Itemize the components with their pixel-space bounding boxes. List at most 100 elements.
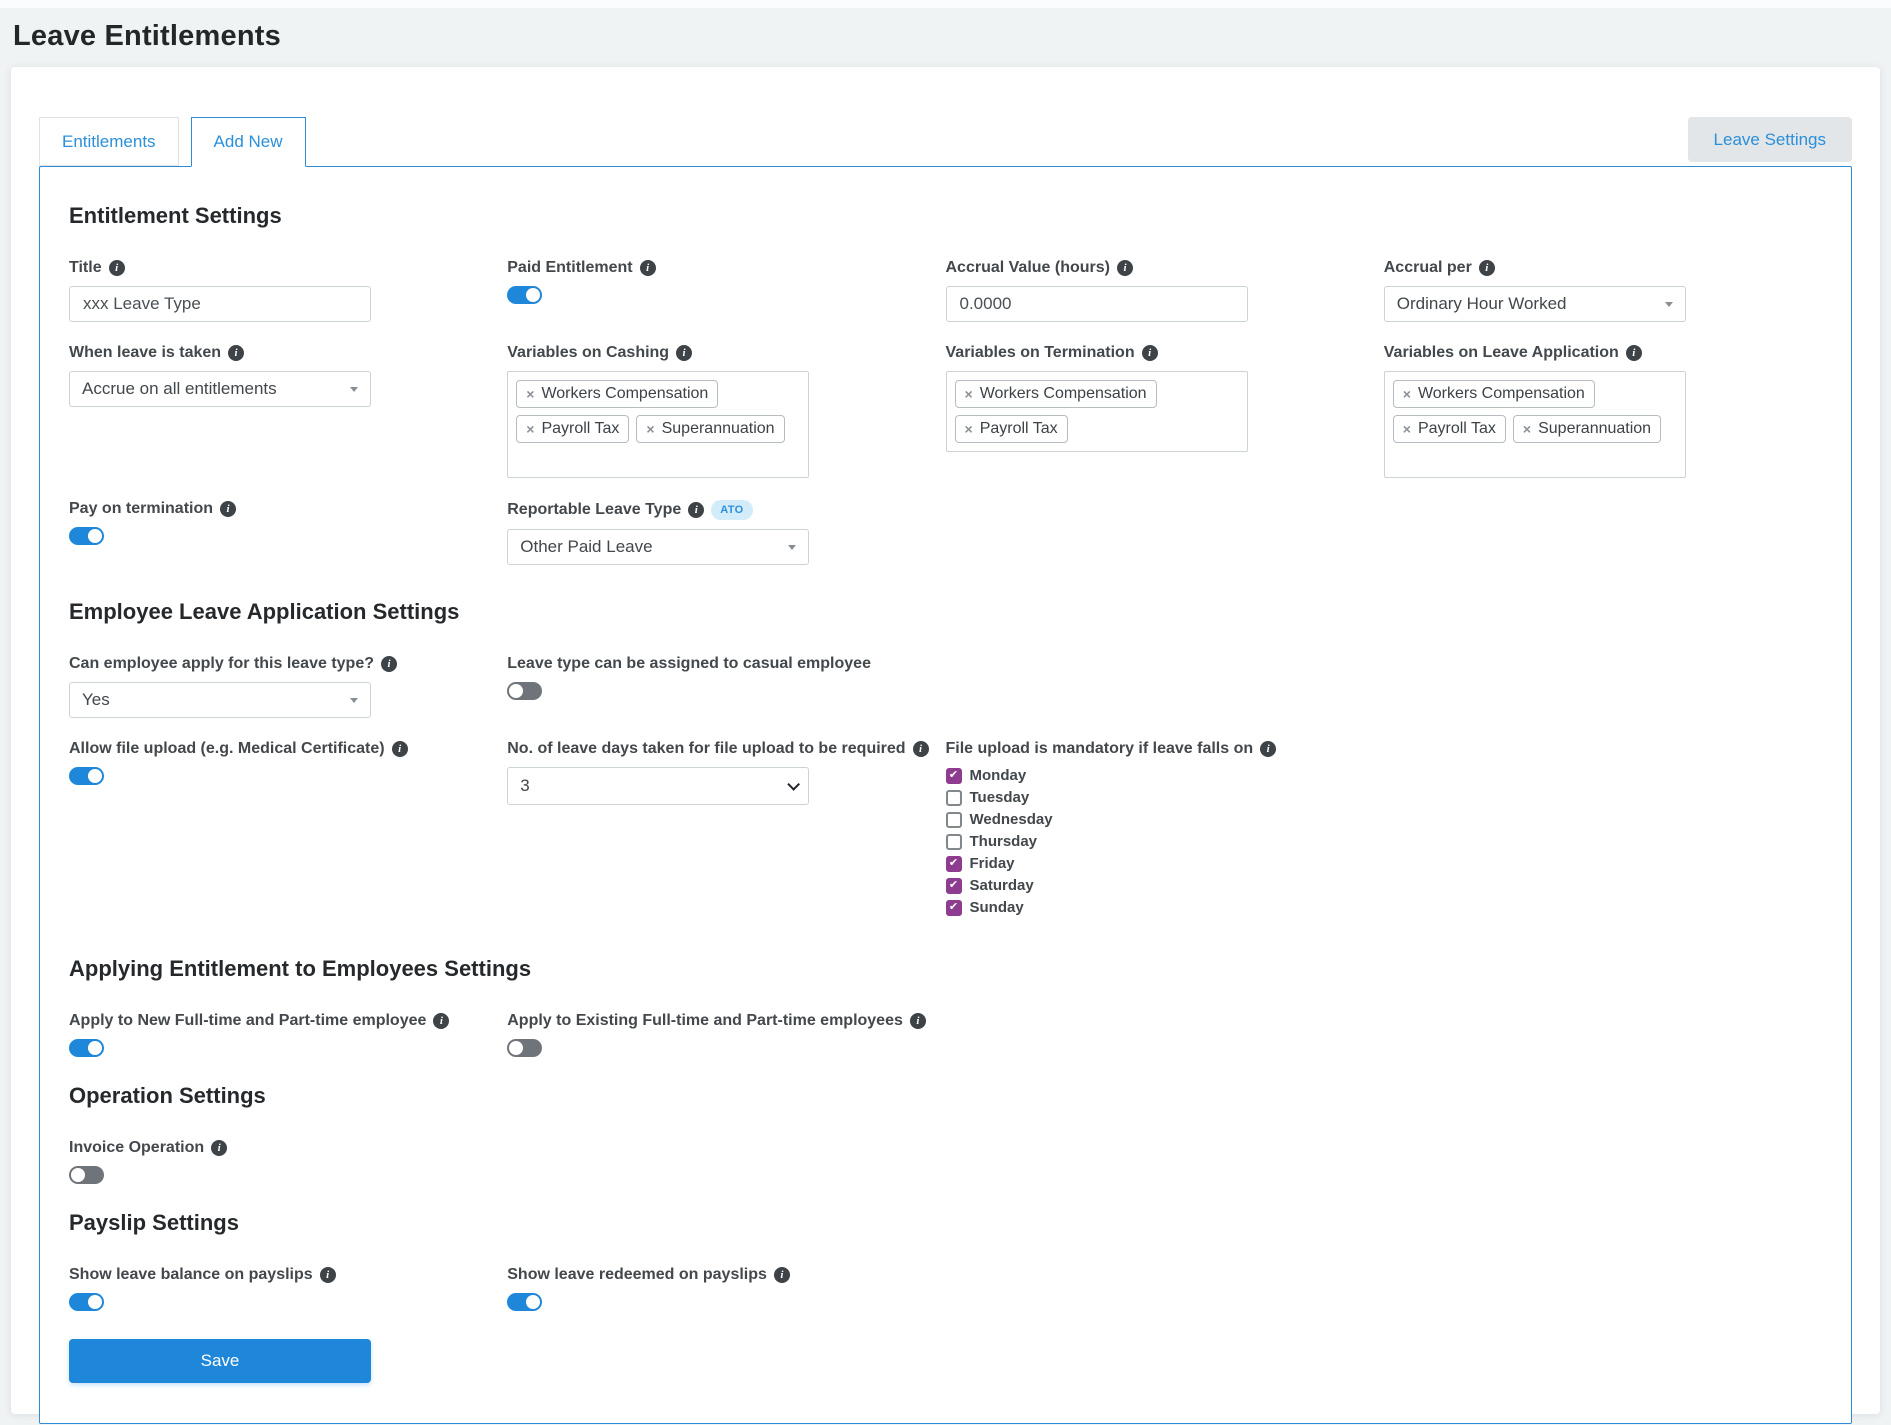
day-checkbox[interactable] (946, 834, 962, 850)
day-checkbox-row[interactable]: Sunday (946, 899, 1384, 916)
info-icon[interactable]: i (1479, 260, 1495, 276)
field-casual-employee: Leave type can be assigned to casual emp… (507, 655, 945, 700)
ato-badge: ATO (711, 500, 752, 520)
remove-tag-icon[interactable]: × (526, 422, 534, 436)
page-header: Leave Entitlements (0, 8, 1891, 67)
pay-on-termination-label: Pay on termination (69, 500, 213, 518)
apply-new-toggle[interactable] (69, 1039, 104, 1057)
field-paid-entitlement: Paid Entitlement i (507, 259, 945, 304)
leave-days-select[interactable]: 3 (507, 767, 809, 805)
casual-employee-toggle[interactable] (507, 682, 542, 700)
save-button[interactable]: Save (69, 1339, 371, 1383)
info-icon[interactable]: i (1626, 345, 1642, 361)
tag-label: Workers Compensation (541, 385, 708, 403)
accrual-per-value: Ordinary Hour Worked (1397, 294, 1567, 314)
application-row-2: Allow file upload (e.g. Medical Certific… (69, 740, 1822, 916)
variable-tag[interactable]: ×Workers Compensation (955, 380, 1157, 408)
tab-entitlements[interactable]: Entitlements (39, 117, 179, 166)
day-checkbox[interactable] (946, 812, 962, 828)
pay-on-termination-toggle[interactable] (69, 527, 104, 545)
remove-tag-icon[interactable]: × (965, 422, 973, 436)
info-icon[interactable]: i (913, 741, 929, 757)
info-icon[interactable]: i (228, 345, 244, 361)
variable-tag[interactable]: ×Superannuation (1513, 415, 1661, 443)
variable-tag[interactable]: ×Payroll Tax (955, 415, 1068, 443)
accrual-value-label: Accrual Value (hours) (946, 259, 1111, 277)
info-icon[interactable]: i (1260, 741, 1276, 757)
field-variables-termination: Variables on Termination i ×Workers Comp… (946, 344, 1384, 452)
remove-tag-icon[interactable]: × (1523, 422, 1531, 436)
variable-tag[interactable]: × Workers Compensation (516, 380, 718, 408)
info-icon[interactable]: i (688, 502, 704, 518)
info-icon[interactable]: i (392, 741, 408, 757)
leave-settings-button[interactable]: Leave Settings (1688, 117, 1852, 162)
remove-tag-icon[interactable]: × (965, 387, 973, 401)
info-icon[interactable]: i (211, 1140, 227, 1156)
day-checkbox[interactable] (946, 878, 962, 894)
remove-tag-icon[interactable]: × (1403, 387, 1411, 401)
day-checkbox[interactable] (946, 790, 962, 806)
info-icon[interactable]: i (1142, 345, 1158, 361)
when-leave-taken-select[interactable]: Accrue on all entitlements (69, 371, 371, 407)
field-show-redeemed: Show leave redeemed on payslips i (507, 1266, 945, 1311)
info-icon[interactable]: i (910, 1013, 926, 1029)
day-checkbox-row[interactable]: Monday (946, 767, 1384, 784)
info-icon[interactable]: i (676, 345, 692, 361)
top-strip (0, 0, 1891, 8)
variable-tag[interactable]: ×Payroll Tax (516, 415, 629, 443)
can-apply-value: Yes (82, 690, 110, 710)
info-icon[interactable]: i (109, 260, 125, 276)
paid-entitlement-toggle[interactable] (507, 286, 542, 304)
remove-tag-icon[interactable]: × (526, 387, 534, 401)
field-apply-existing: Apply to Existing Full-time and Part-tim… (507, 1012, 945, 1057)
day-checkbox[interactable] (946, 768, 962, 784)
variables-leave-application-multiselect[interactable]: ×Workers Compensation ×Payroll Tax×Supera… (1384, 371, 1686, 478)
info-icon[interactable]: i (220, 501, 236, 517)
apply-existing-toggle[interactable] (507, 1039, 542, 1057)
show-redeemed-toggle[interactable] (507, 1293, 542, 1311)
info-icon[interactable]: i (1117, 260, 1133, 276)
info-icon[interactable]: i (320, 1267, 336, 1283)
info-icon[interactable]: i (433, 1013, 449, 1029)
remove-tag-icon[interactable]: × (1403, 422, 1411, 436)
leave-days-required-label: No. of leave days taken for file upload … (507, 740, 905, 758)
variable-tag[interactable]: ×Payroll Tax (1393, 415, 1506, 443)
dropdown-caret-icon (350, 698, 358, 703)
reportable-leave-type-select[interactable]: Other Paid Leave (507, 529, 809, 565)
day-checkbox-row[interactable]: Saturday (946, 877, 1384, 894)
variables-termination-multiselect[interactable]: ×Workers Compensation ×Payroll Tax (946, 371, 1248, 452)
remove-tag-icon[interactable]: × (646, 422, 654, 436)
accrual-per-select[interactable]: Ordinary Hour Worked (1384, 286, 1686, 322)
show-balance-label: Show leave balance on payslips (69, 1266, 313, 1284)
section-heading-payslip: Payslip Settings (69, 1210, 1822, 1236)
can-apply-select[interactable]: Yes (69, 682, 371, 718)
day-checkbox-row[interactable]: Thursday (946, 833, 1384, 850)
allow-file-upload-toggle[interactable] (69, 767, 104, 785)
day-checkbox[interactable] (946, 900, 962, 916)
day-checkbox-row[interactable]: Tuesday (946, 789, 1384, 806)
invoice-operation-toggle[interactable] (69, 1166, 104, 1184)
day-label: Friday (970, 855, 1015, 872)
add-new-panel: Entitlement Settings Title i Paid Entitl… (39, 166, 1852, 1424)
variable-tag[interactable]: ×Superannuation (636, 415, 784, 443)
field-apply-new: Apply to New Full-time and Part-time emp… (69, 1012, 507, 1057)
field-title: Title i (69, 259, 507, 322)
when-leave-taken-label: When leave is taken (69, 344, 221, 362)
allow-file-upload-label: Allow file upload (e.g. Medical Certific… (69, 740, 385, 758)
tab-add-new[interactable]: Add New (191, 117, 306, 167)
day-checkbox[interactable] (946, 856, 962, 872)
application-row-1: Can employee apply for this leave type? … (69, 655, 1822, 718)
variables-cashing-multiselect[interactable]: × Workers Compensation ×Payroll Tax×Supera… (507, 371, 809, 478)
title-input[interactable] (69, 286, 371, 322)
accrual-value-input[interactable] (946, 286, 1248, 322)
info-icon[interactable]: i (640, 260, 656, 276)
field-accrual-per: Accrual per i Ordinary Hour Worked (1384, 259, 1822, 322)
info-icon[interactable]: i (774, 1267, 790, 1283)
day-label: Sunday (970, 899, 1024, 916)
info-icon[interactable]: i (381, 656, 397, 672)
show-balance-toggle[interactable] (69, 1293, 104, 1311)
day-checkbox-row[interactable]: Friday (946, 855, 1384, 872)
day-checkbox-row[interactable]: Wednesday (946, 811, 1384, 828)
field-when-leave-taken: When leave is taken i Accrue on all enti… (69, 344, 507, 407)
variable-tag[interactable]: ×Workers Compensation (1393, 380, 1595, 408)
